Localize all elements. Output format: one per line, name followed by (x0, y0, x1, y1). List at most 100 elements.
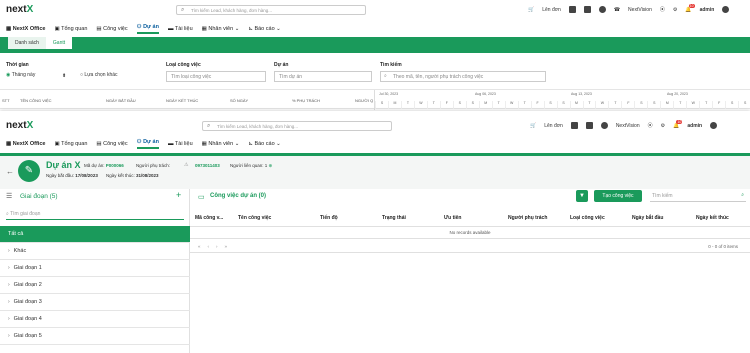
chat-icon[interactable] (598, 6, 606, 13)
tasks-panel: ▭ Công việc dự án (0) ▼ Tạo công việc Tì… (190, 189, 750, 353)
gear-icon[interactable]: ⚙ (673, 7, 677, 13)
day-cell: T (491, 101, 505, 109)
bell-icon[interactable]: 🔔 10 (685, 3, 695, 13)
chat-icon[interactable] (600, 122, 608, 129)
nav-overview[interactable]: ▣ Tổng quan (54, 141, 87, 147)
add-phase-icon[interactable]: + (176, 190, 181, 200)
mobile-icon[interactable] (570, 122, 578, 129)
cart-icon[interactable]: 🛒 (528, 7, 534, 13)
nav-projects[interactable]: ⚇ Dự án (136, 24, 159, 34)
day-cell: T (699, 101, 712, 109)
global-search[interactable]: ⌕ Tìm kiếm Lead, khách hàng, đơn hàng... (202, 121, 392, 131)
related-people[interactable]: Người liên quan: 1 ⊕ (230, 163, 272, 169)
create-order-link[interactable]: Lên đơn (542, 7, 561, 13)
phone-icon[interactable]: ☎ (614, 7, 620, 13)
company-name[interactable]: NextVision (628, 7, 652, 13)
mobile-icon[interactable] (568, 6, 576, 13)
cart-icon[interactable]: 🛒 (530, 123, 536, 129)
nav-tasks[interactable]: ▤ Công việc (96, 26, 127, 32)
other-radio[interactable]: ○ Lựa chọn khác (80, 72, 118, 78)
location-icon[interactable]: ⦿ (648, 122, 653, 129)
gantt-header: STT TÊN CÔNG VIỆC NGÀY BẮT ĐẦU NGÀY KẾT … (0, 89, 750, 110)
back-arrow-icon[interactable]: ← (6, 167, 14, 176)
day-cell: M (660, 101, 673, 109)
time-label: Thời gian (6, 62, 29, 68)
day-cell: F (439, 101, 453, 109)
project-detail-page: nextX ⌕ Tìm kiếm Lead, khách hàng, đơn hà… (0, 111, 750, 353)
list-icon: ☰ (6, 193, 13, 200)
col-priority[interactable]: Ưu tiên (444, 215, 461, 221)
nav-reports[interactable]: ⊾ Báo cáo ⌄ (248, 141, 280, 147)
day-cell: F (712, 101, 725, 109)
top-actions: 🛒 Lên đơn ☎ NextVision ⦿ ⚙ 🔔 10 admin (528, 3, 730, 13)
apps-menu[interactable]: ▦ NextX Office (6, 26, 45, 32)
phases-title: Giai đoạn (5) (20, 193, 58, 200)
day-cell: T (400, 101, 414, 109)
col-progress[interactable]: Tiến độ (320, 215, 338, 221)
user-name[interactable]: admin (700, 7, 715, 13)
gear-icon[interactable]: ⚙ (661, 123, 665, 129)
search-icon[interactable]: ⌕ (741, 192, 744, 198)
location-icon[interactable]: ⦿ (660, 6, 665, 13)
nav-projects[interactable]: ⚇ Dự án (136, 139, 159, 149)
phase-item[interactable]: › Giai đoạn 4 (0, 311, 190, 328)
task-search-input[interactable]: Tìm kiếm ⌕ (650, 190, 746, 202)
col-status[interactable]: Trạng thái (382, 215, 406, 221)
nav-documents[interactable]: ▬ Tài liệu (168, 141, 193, 147)
gantt-search-input[interactable]: ⌕ Theo mã, tên, người phụ trách công việc (380, 71, 546, 82)
stepper-icon[interactable]: ⬍ (62, 73, 66, 79)
tab-list[interactable]: Danh sách (8, 37, 46, 49)
col-start[interactable]: Ngày bắt đầu (632, 215, 663, 221)
nav-employees[interactable]: ▦ Nhân viên ⌄ (202, 26, 240, 32)
day-cell: W (413, 101, 427, 109)
global-search[interactable]: ⌕ Tìm kiếm Lead, khách hàng, đơn hàng... (176, 5, 366, 15)
filter-icon[interactable]: ▼ (576, 190, 588, 202)
nav-overview[interactable]: ▣ Tổng quan (54, 26, 87, 32)
truck-icon[interactable] (585, 122, 593, 129)
tab-gantt[interactable]: Gantt (45, 37, 73, 51)
task-table-header: Mã công v... Tên công việc Tiến độ Trạng… (190, 209, 750, 227)
phase-item[interactable]: › Giai đoạn 5 (0, 328, 190, 345)
col-name[interactable]: Tên công việc (238, 215, 271, 221)
create-task-button[interactable]: Tạo công việc (594, 190, 642, 202)
nav-employees[interactable]: ▦ Nhân viên ⌄ (202, 141, 240, 147)
col-code[interactable]: Mã công v... (195, 215, 223, 221)
type-input[interactable]: Tìm loại công việc (166, 71, 266, 82)
day-cell: M (387, 101, 401, 109)
day-cell: S (465, 101, 479, 109)
col-days: SỐ NGÀY (230, 98, 249, 103)
nav-reports[interactable]: ⊾ Báo cáo ⌄ (248, 26, 280, 32)
col-end[interactable]: Ngày kết thúc (696, 215, 729, 221)
day-cell: T (608, 101, 621, 109)
phase-search-input[interactable]: ⌕ Tìm giai đoạn (6, 207, 184, 220)
project-input[interactable]: Tìm dự án (274, 71, 372, 82)
start-date: Ngày bắt đầu: 17/08/2023 (46, 173, 98, 178)
phase-item[interactable]: › Giai đoạn 3 (0, 294, 190, 311)
day-cell: S (647, 101, 660, 109)
phase-item-all[interactable]: Tất cả (0, 226, 190, 243)
month-radio[interactable]: ◉ Tháng này (6, 72, 35, 78)
phase-item[interactable]: › Giai đoạn 2 (0, 277, 190, 294)
apps-menu[interactable]: ▦ NextX Office (6, 141, 45, 147)
avatar[interactable] (710, 122, 718, 129)
owner-phone[interactable]: 0973011403 (195, 163, 220, 168)
empty-message: No records available (190, 227, 750, 239)
user-name[interactable]: admin (687, 123, 702, 129)
col-owner[interactable]: Người phụ trách (508, 215, 547, 221)
logo[interactable]: nextX (6, 4, 33, 15)
bell-icon[interactable]: 🔔 10 (673, 119, 683, 129)
create-order-link[interactable]: Lên đơn (544, 123, 563, 129)
col-type[interactable]: Loại công việc (570, 215, 605, 221)
phase-item[interactable]: › Giai đoạn 1 (0, 260, 190, 277)
truck-icon[interactable] (583, 6, 591, 13)
nav-tasks[interactable]: ▤ Công việc (96, 141, 127, 147)
phase-item[interactable]: › Khác (0, 243, 190, 260)
project-name: Dự án X (46, 160, 81, 170)
phases-panel: ☰ Giai đoạn (5) + ⌕ Tìm giai đoạn Tất cả… (0, 189, 190, 353)
logo[interactable]: nextX (6, 120, 33, 131)
pager-nav-icons[interactable]: «‹›» (198, 244, 234, 249)
avatar[interactable] (722, 6, 730, 13)
nav-documents[interactable]: ▬ Tài liệu (168, 26, 193, 32)
search-icon: ⌕ (207, 123, 211, 129)
company-name[interactable]: NextVision (616, 123, 640, 129)
